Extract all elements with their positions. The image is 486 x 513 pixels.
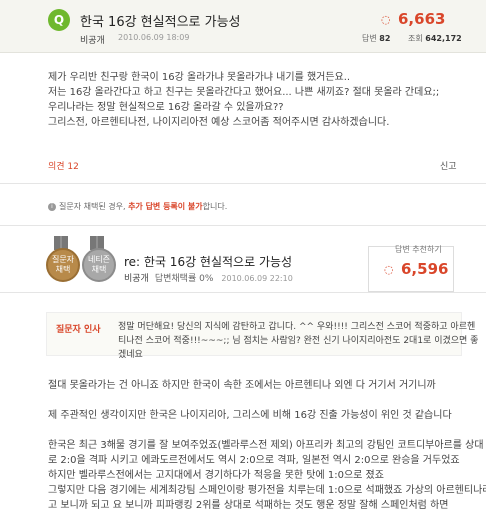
answer-meta: 비공개 답변채택률 0% 2010.06.09 22:10 xyxy=(124,271,293,284)
info-icon: i xyxy=(48,203,56,211)
answer-line: 하지만 벨라루스전에서는 고지대에서 경기하다가 적응을 못한 탓에 1:0으로… xyxy=(48,470,384,481)
question-author[interactable]: 비공개 xyxy=(80,33,105,46)
divider xyxy=(0,183,486,184)
answer-line: 고 보니까 되고 요 보니까 피파랭킹 2위를 상대로 석패하는 것도 행운 정… xyxy=(48,500,449,511)
answer-body: 절대 못올라가는 건 아니죠 하지만 한국이 속한 조에서는 아르헨티나 외엔 … xyxy=(48,378,486,513)
answer-points: 6,596 xyxy=(401,260,449,278)
answer-line: 절대 못올라가는 건 아니죠 하지만 한국이 속한 조에서는 아르헨티나 외엔 … xyxy=(48,380,436,391)
thanks-line: 티나전 스코어 적중!!!~~~;; 님 점치는 사람임? 완전 신기 나이지리… xyxy=(118,336,479,346)
notice-prefix: 질문자 채택된 경우, xyxy=(59,202,126,211)
question-line: 저는 16강 올라간다고 하고 친구는 못올라간다고 했어요... 나쁜 새끼죠… xyxy=(48,87,440,98)
selection-notice: i 질문자 채택된 경우, 추가 답변 등록이 불가합니다. xyxy=(48,201,227,212)
view-count-label: 조회 xyxy=(408,34,423,43)
opinion-link[interactable]: 의견 12 xyxy=(48,159,79,172)
question-date: 2010.06.09 18:09 xyxy=(118,33,190,42)
answer-title: re: 한국 16강 현실적으로 가능성 xyxy=(124,255,293,269)
answer-author[interactable]: 비공개 xyxy=(124,274,149,284)
answer-line xyxy=(48,423,478,438)
thanks-line: 겠네요 xyxy=(118,350,143,360)
question-line: 제가 우리반 친구랑 한국이 16강 올라가냐 못올라가냐 내기를 했거든요.. xyxy=(48,72,351,83)
view-count-value: 642,172 xyxy=(425,34,462,43)
answer-line: 제 주관적인 생각이지만 한국은 나이지리아, 그리스에 비해 16강 진출 가… xyxy=(48,410,452,421)
question-badge: Q xyxy=(48,9,70,31)
answer-count: 답변 82 xyxy=(362,33,390,44)
asker-selected-medal-icon: 질문자 채택 xyxy=(46,236,80,282)
coin-icon: ◌ xyxy=(381,13,391,26)
answer-line xyxy=(48,393,478,408)
question-body: 제가 우리반 친구랑 한국이 16강 올라가냐 못올라가냐 내기를 했거든요..… xyxy=(48,70,448,130)
answer-rate: 답변채택률 0% xyxy=(154,274,214,284)
answer-date: 2010.06.09 22:10 xyxy=(221,274,293,283)
answer-count-value: 82 xyxy=(379,34,391,43)
asker-thanks-text: 정말 머단해요! 당신의 지식에 감탄하고 갑니다. ^^ 우와!!!! 그리스… xyxy=(118,320,479,362)
question-line: 우리나라는 정말 현실적으로 16강 올라갈 수 있을까요?? xyxy=(48,102,284,113)
answer-count-label: 답변 xyxy=(362,34,377,43)
answer-line: 로 2:0을 격파 시키고 에콰도르전에서도 역시 2:0으로 격파, 일본전 … xyxy=(48,455,460,466)
question-line: 그리스전, 아르헨티나전, 나이지리아전 예상 스코어좀 적어주시면 감사하겠습… xyxy=(48,117,390,128)
coin-icon: ◌ xyxy=(384,263,394,276)
divider xyxy=(0,225,486,226)
question-points: 6,663 xyxy=(398,10,446,28)
divider xyxy=(0,292,486,293)
report-link[interactable]: 신고 xyxy=(440,159,457,172)
netizen-selected-medal-icon: 네티즌 채택 xyxy=(82,236,116,282)
view-count: 조회 642,172 xyxy=(408,33,462,44)
notice-suffix: 합니다. xyxy=(202,202,228,211)
answer-line: 그렇지만 다음 경기에는 세계최강팀 스페인이랑 평가전을 치루는데 1:0으로… xyxy=(48,485,486,496)
medal-label: 질문자 채택 xyxy=(46,248,80,282)
medal-label: 네티즌 채택 xyxy=(82,248,116,282)
notice-highlight: 추가 답변 등록이 불가 xyxy=(128,202,203,211)
answer-line: 한국은 최근 3해물 경기를 잘 보여주었죠(벨라루스전 제외) 아프리카 최고… xyxy=(48,440,484,451)
recommend-label: 답변 추천하기 xyxy=(395,245,442,254)
asker-thanks-label: 질문자 인사 xyxy=(56,325,101,335)
question-title: 한국 16강 현실적으로 가능성 xyxy=(80,15,241,30)
thanks-line: 정말 머단해요! 당신의 지식에 감탄하고 갑니다. ^^ 우와!!!! 그리스… xyxy=(118,322,476,332)
